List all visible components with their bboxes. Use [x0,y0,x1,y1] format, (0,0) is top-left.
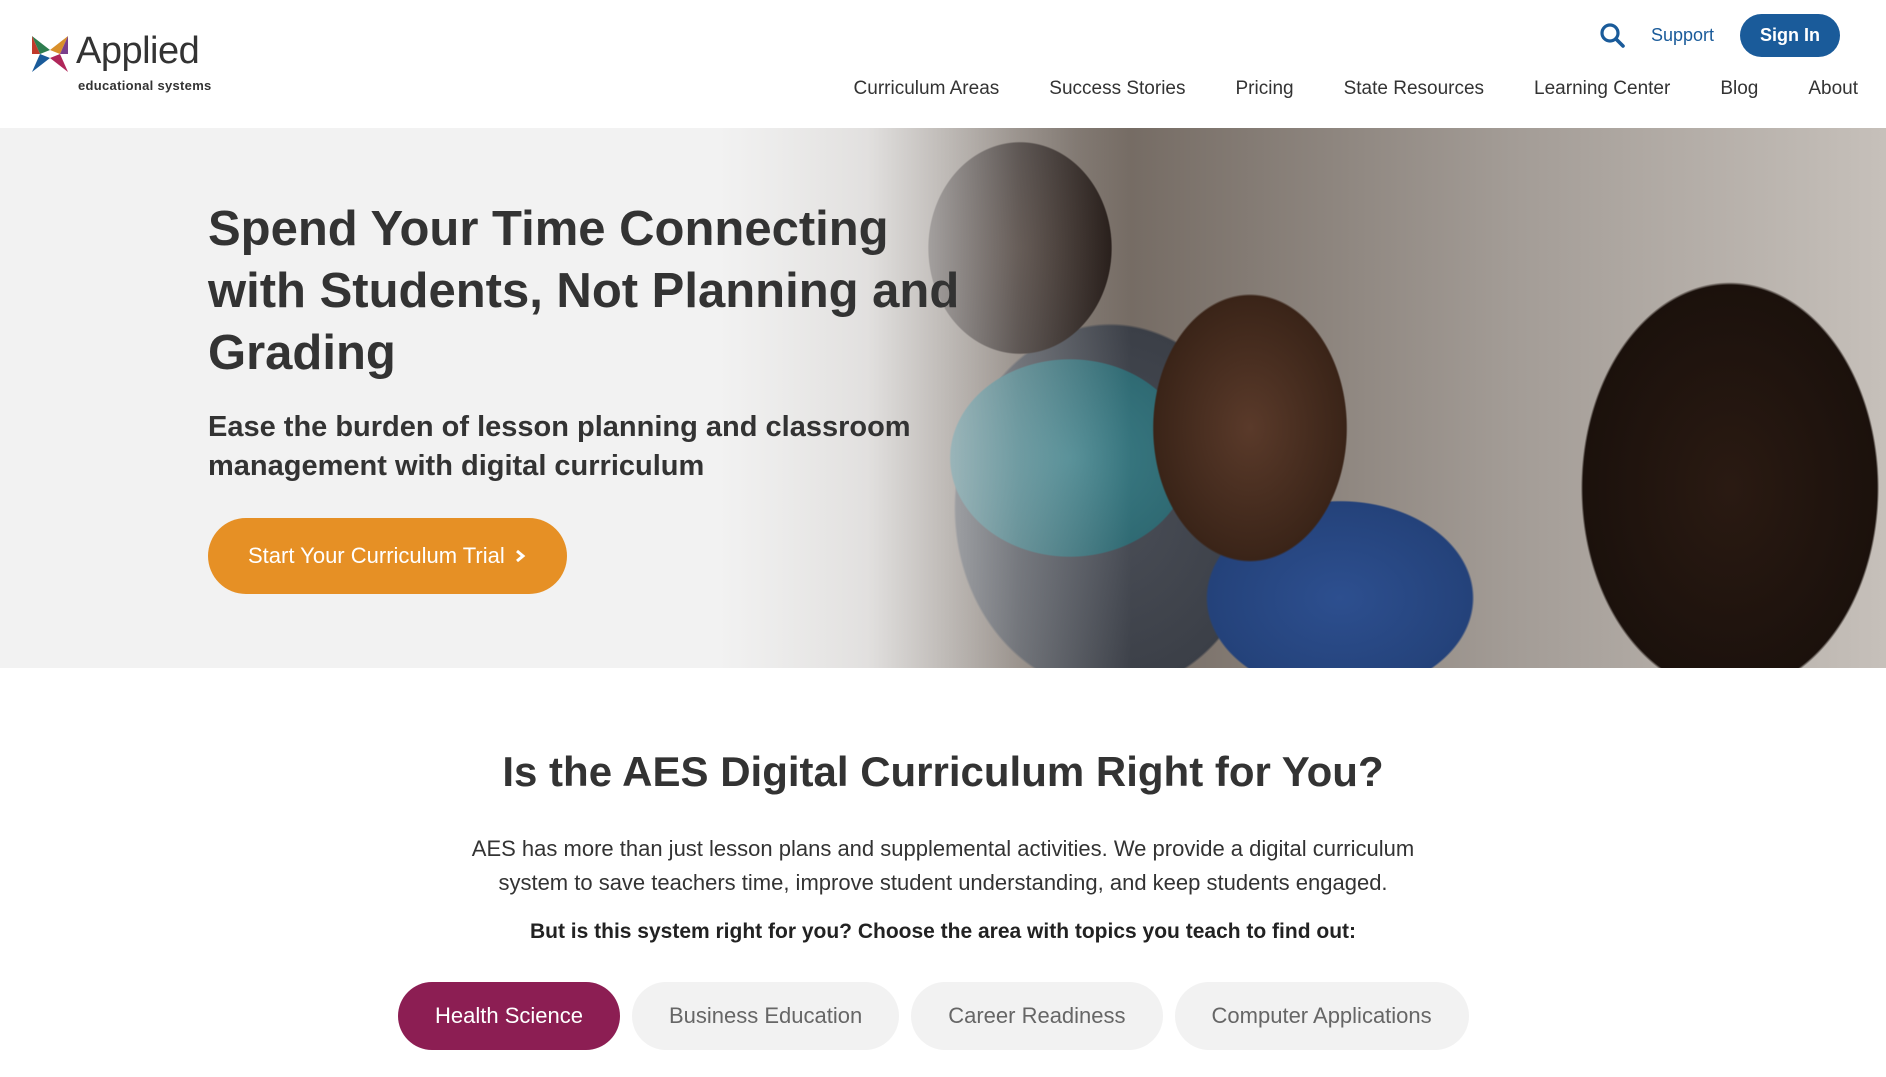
curriculum-area-tabs: Health Science Business Education Career… [398,982,1469,1050]
logo-tagline: educational systems [78,78,212,93]
nav-learning-center[interactable]: Learning Center [1509,78,1695,100]
tab-health-science[interactable]: Health Science [398,982,620,1050]
curriculum-fit-section: Is the AES Digital Curriculum Right for … [0,668,1886,1077]
sign-in-button[interactable]: Sign In [1740,13,1840,57]
aes-logo[interactable]: Applied educational systems [32,30,222,94]
tab-computer-applications[interactable]: Computer Applications [1174,982,1469,1050]
tab-career-readiness[interactable]: Career Readiness [911,982,1163,1050]
search-icon[interactable] [1599,22,1625,48]
nav-state-resources[interactable]: State Resources [1319,78,1509,100]
section-title: Is the AES Digital Curriculum Right for … [502,748,1384,795]
nav-success-stories[interactable]: Success Stories [1024,78,1210,100]
main-nav: Curriculum Areas Success Stories Pricing… [829,78,1858,100]
section-question: But is this system right for you? Choose… [529,920,1357,943]
utility-nav: Support Sign In [1599,13,1840,57]
support-link[interactable]: Support [1651,25,1714,46]
nav-curriculum-areas[interactable]: Curriculum Areas [829,78,1025,100]
nav-about[interactable]: About [1783,78,1858,100]
start-trial-label: Start Your Curriculum Trial [248,543,505,568]
nav-blog[interactable]: Blog [1695,78,1783,100]
hero-title: Spend Your Time Connecting with Students… [208,202,960,380]
nav-pricing[interactable]: Pricing [1211,78,1319,100]
hero-text: Spend Your Time Connecting with Students… [208,198,968,486]
tab-business-education[interactable]: Business Education [631,982,900,1050]
start-trial-button[interactable]: Start Your Curriculum Trial [208,518,567,594]
section-paragraph: AES has more than just lesson plans and … [471,836,1415,895]
logo-mark-icon [32,36,68,72]
hero-subtitle: Ease the burden of lesson planning and c… [208,411,911,482]
logo-wordmark: Applied [76,30,200,72]
site-header: Applied educational systems Support Sign… [0,0,1886,128]
chevron-right-icon [515,549,526,563]
hero-banner: Spend Your Time Connecting with Students… [0,128,1886,668]
